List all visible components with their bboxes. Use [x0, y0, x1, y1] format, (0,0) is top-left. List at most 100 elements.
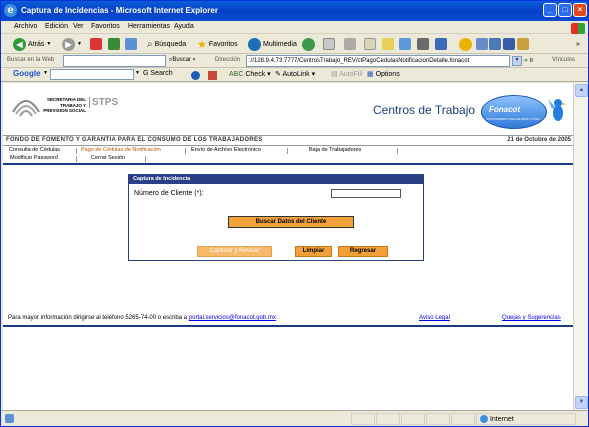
footer-email-link[interactable]: portal.servicios@fonacot.gob.mx	[189, 315, 276, 321]
tool-icon	[435, 38, 447, 50]
options-icon: ▦	[367, 71, 374, 78]
menu-favoritos[interactable]: Favoritos	[91, 23, 120, 30]
search-button[interactable]: ⌕ Búsqueda	[147, 37, 186, 51]
nav-consulta-cedulas[interactable]: Consulta de Cédulas	[9, 147, 60, 153]
nav-separator	[185, 148, 186, 154]
address-input[interactable]: ://128.9.4.73:7777/CentrosTrabajo_REV/ct…	[246, 55, 510, 67]
edit-button[interactable]	[364, 37, 376, 51]
menu-herramientas[interactable]: Herramientas	[128, 23, 170, 30]
stop-button[interactable]	[90, 37, 102, 51]
nav-separator	[145, 156, 146, 162]
nav-cerrar-sesion[interactable]: Cerrar Sesión	[91, 155, 125, 161]
ie-logo-icon: e	[4, 4, 17, 17]
menu-bar: Archivo Edición Ver Favoritos Herramient…	[1, 21, 588, 34]
mail-button[interactable]	[323, 37, 335, 51]
tool-button-7[interactable]	[517, 37, 529, 51]
scroll-up-icon[interactable]: ▲	[575, 84, 588, 97]
print-button[interactable]	[344, 37, 356, 51]
vertical-scrollbar[interactable]: ▲ ▼	[573, 83, 588, 410]
options-button[interactable]: ▦ Options	[367, 70, 400, 78]
address-label: Dirección	[215, 57, 241, 63]
address-dropdown[interactable]: ▼	[512, 56, 522, 66]
refresh-button[interactable]	[108, 37, 120, 51]
google-search-label: Search	[150, 70, 173, 77]
regresar-button[interactable]: Regresar	[338, 246, 388, 257]
menu-ayuda[interactable]: Ayuda	[174, 23, 194, 30]
messenger-button[interactable]	[399, 37, 411, 51]
autofill-icon: ▤	[331, 71, 338, 78]
aviso-legal-link[interactable]: Aviso Legal	[419, 315, 450, 321]
institution-bar: FONDO DE FOMENTO Y GARANTIA PARA EL CONS…	[3, 135, 573, 146]
tool-button-4[interactable]	[476, 37, 488, 51]
nav-modificar-password[interactable]: Modificar Password	[10, 155, 58, 161]
history-button[interactable]	[302, 37, 315, 51]
minimize-button[interactable]: _	[543, 3, 557, 17]
chevron-down-icon[interactable]: ▼	[43, 70, 48, 76]
autolink-button[interactable]: ✎ AutoLink ▾	[275, 70, 315, 78]
capturar-revisar-button[interactable]: Capturar y Revisar	[197, 246, 272, 257]
maximize-button[interactable]: □	[558, 3, 572, 17]
windows-logo-icon	[571, 23, 585, 34]
title-bar[interactable]: e Captura de Incidencias - Microsoft Int…	[1, 1, 588, 21]
home-button[interactable]	[125, 37, 137, 51]
nav-pago-cedulas[interactable]: Pago de Cédulas de Notificación	[81, 147, 161, 153]
numero-cliente-label: Número de Cliente (*):	[134, 190, 204, 197]
menu-ver[interactable]: Ver	[73, 23, 84, 30]
nav-envio-archivo[interactable]: Envío de Archivo Electrónico	[191, 147, 261, 153]
autofill-label: AutoFill	[339, 71, 363, 78]
autofill-button[interactable]: ▤ AutoFill	[331, 70, 363, 78]
search-web-button[interactable]: ⌕Buscar ▾	[169, 57, 195, 64]
numero-cliente-input[interactable]	[331, 189, 401, 198]
secretaria-line: PREVISION SOCIAL	[43, 108, 86, 113]
toolbar-overflow-icon[interactable]: »	[576, 37, 580, 51]
tool-icon	[503, 38, 515, 50]
autolink-icon: ✎	[275, 71, 281, 78]
forward-button[interactable]: ▶ ▼	[62, 37, 82, 51]
edit-icon	[364, 38, 376, 50]
nav-separator	[397, 148, 398, 154]
chevron-down-icon: ▼	[77, 41, 82, 47]
address-bar: Buscar en la Web ⌕Buscar ▾ Dirección ://…	[1, 54, 588, 68]
favorites-label: Favoritos	[208, 40, 238, 48]
back-label: Atrás	[28, 40, 45, 48]
chevron-down-icon[interactable]: ▼	[135, 70, 140, 76]
tool-button[interactable]	[417, 37, 429, 51]
tool-button-6[interactable]	[503, 37, 515, 51]
favorites-button[interactable]: ★ Favoritos	[197, 37, 238, 51]
menu-edicion[interactable]: Edición	[45, 23, 68, 30]
home-icon	[125, 38, 137, 50]
spellcheck-button[interactable]: ABC Check ▾	[229, 70, 271, 78]
footer-divider	[3, 325, 573, 327]
scroll-down-icon[interactable]: ▼	[575, 396, 588, 409]
limpiar-button[interactable]: Limpiar	[295, 246, 332, 257]
quejas-sugerencias-link[interactable]: Quejas y Sugerencias	[502, 315, 561, 321]
links-button[interactable]: Vínculos	[552, 57, 575, 63]
multimedia-button[interactable]: Multimedia	[248, 37, 297, 51]
tool-button-3[interactable]	[459, 37, 472, 51]
discuss-icon	[382, 38, 394, 50]
back-button[interactable]: ◀ Atrás ▼	[13, 37, 51, 51]
status-segment	[426, 413, 450, 425]
google-logo[interactable]: Google	[13, 69, 41, 78]
tool-button-2[interactable]	[435, 37, 447, 51]
go-button[interactable]: ➔ Ir	[523, 57, 533, 64]
tool-button-5[interactable]	[489, 37, 501, 51]
panel-title: Captura de Incidencia	[129, 175, 423, 184]
status-bar: Internet	[1, 410, 588, 426]
nav-separator	[76, 148, 77, 154]
mexico-eagle-seal-icon	[12, 100, 40, 117]
popup-blocker-icon[interactable]	[208, 71, 217, 80]
google-search-button[interactable]: G Search	[143, 70, 173, 77]
tool-icon	[417, 38, 429, 50]
nav-baja-trabajadores[interactable]: Baja de Trabajadores	[309, 147, 361, 153]
close-button[interactable]: ×	[573, 3, 587, 17]
discuss-button[interactable]	[382, 37, 394, 51]
search-web-input[interactable]	[63, 55, 166, 67]
status-segment	[376, 413, 400, 425]
stps-logo: STPS	[89, 97, 118, 108]
menu-archivo[interactable]: Archivo	[14, 23, 37, 30]
pagerank-icon[interactable]	[191, 71, 200, 80]
buscar-cliente-button[interactable]: Buscar Datos del Cliente	[228, 216, 354, 228]
google-search-input[interactable]	[50, 69, 134, 80]
autolink-label: AutoLink	[282, 71, 310, 78]
